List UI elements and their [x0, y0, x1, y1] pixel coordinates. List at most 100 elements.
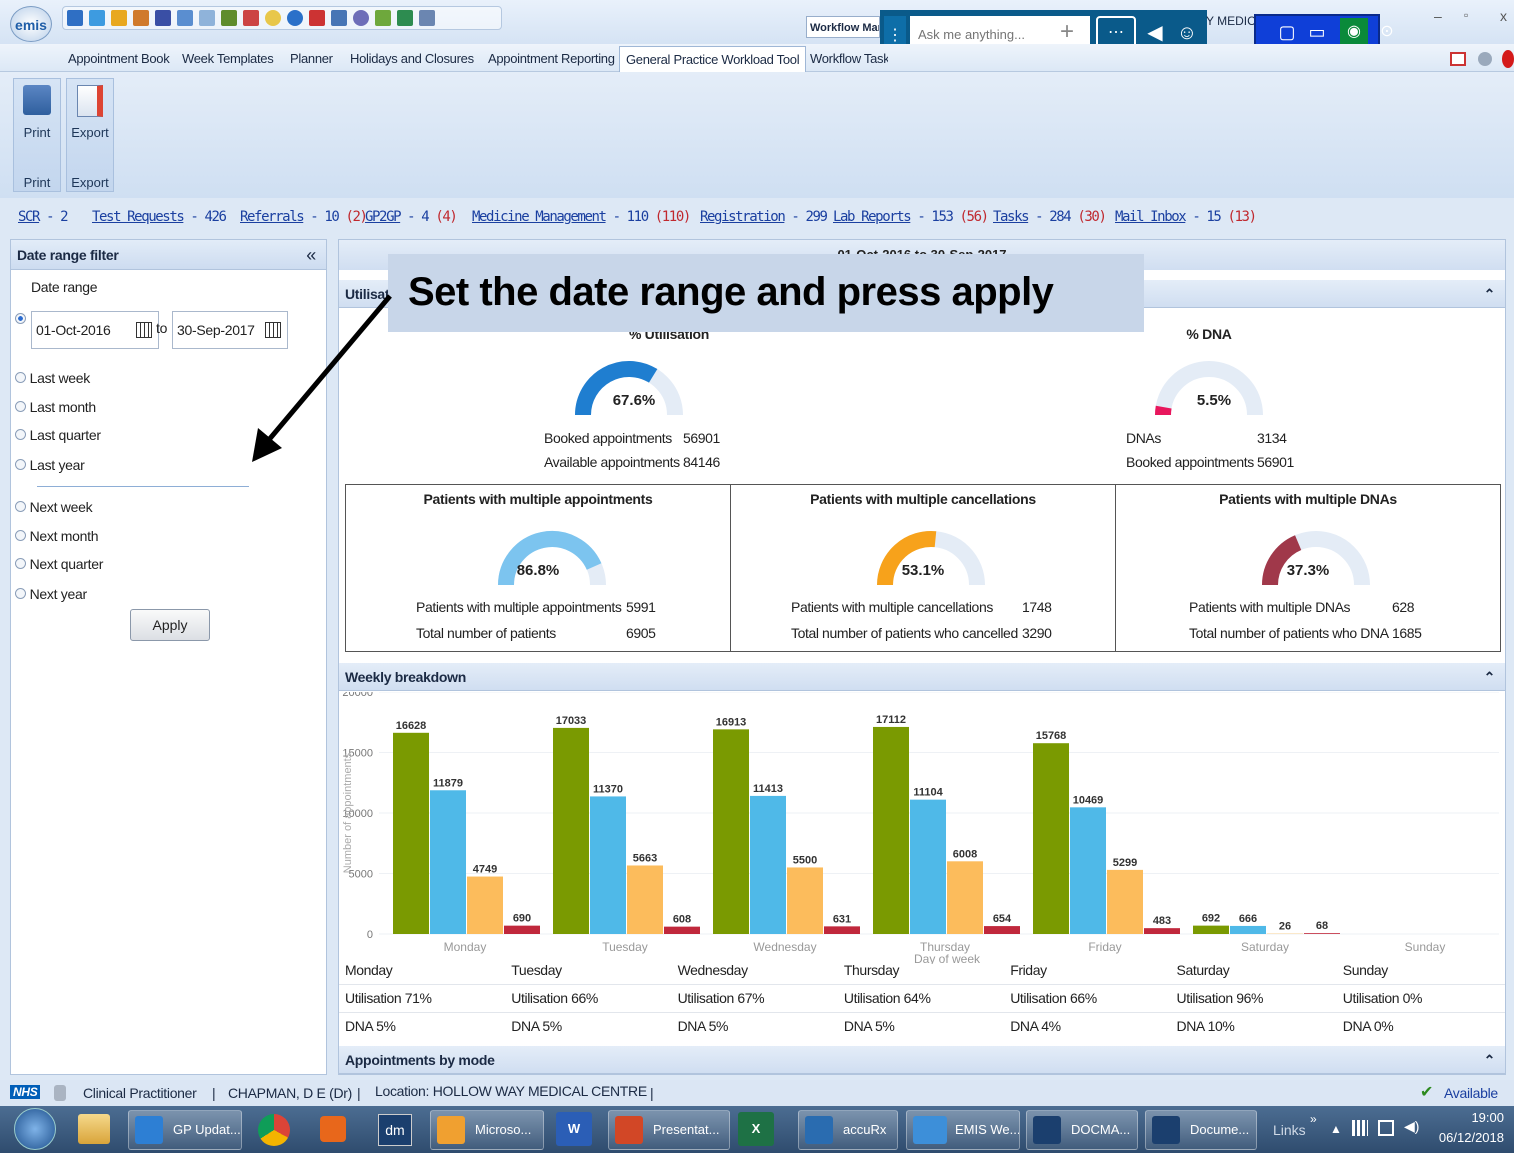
link-gp2gp[interactable]: GP2GP - 4 (4)	[365, 209, 458, 225]
home-icon[interactable]	[89, 10, 105, 26]
app-logo[interactable]: emis	[10, 6, 52, 42]
taskbar-accurx[interactable]: accuRx	[798, 1110, 898, 1150]
bar-booked[interactable]	[750, 795, 786, 934]
tab-week-templates[interactable]: Week Templates	[176, 46, 279, 72]
export-button[interactable]: Export Export	[66, 78, 114, 192]
file-explorer-icon[interactable]	[78, 1114, 110, 1144]
bar-booked[interactable]	[590, 796, 626, 934]
restore-icon[interactable]: ▫	[1464, 8, 1468, 22]
network-icon[interactable]	[1378, 1120, 1394, 1136]
edit-icon[interactable]	[111, 10, 127, 26]
link-test-requests[interactable]: Test Requests - 426	[92, 209, 227, 225]
pen-icon[interactable]	[309, 10, 325, 26]
alert-icon[interactable]	[1502, 50, 1514, 68]
tray-expand-icon[interactable]: ▲	[1330, 1122, 1342, 1136]
bar-booked[interactable]	[1230, 925, 1266, 934]
availability-status[interactable]: Available	[1444, 1085, 1498, 1101]
taskbar-document[interactable]: Docume...	[1145, 1110, 1257, 1150]
book-icon[interactable]	[155, 10, 171, 26]
collapse-chevron-icon[interactable]: ⌃	[1484, 663, 1496, 691]
bar-available[interactable]	[873, 726, 909, 934]
bar-booked[interactable]	[910, 799, 946, 934]
link-tasks[interactable]: Tasks - 284 (30)	[993, 209, 1107, 225]
link-mail-inbox[interactable]: Mail Inbox - 15 (13)	[1115, 209, 1257, 225]
target-icon[interactable]: ◉	[1340, 18, 1368, 46]
word-icon[interactable]: W	[556, 1112, 592, 1146]
tab-workflow-task[interactable]: Workflow Task	[804, 46, 888, 72]
grid-icon[interactable]	[243, 10, 259, 26]
bar-available[interactable]	[553, 727, 589, 934]
tab-appointment-book[interactable]: Appointment Book	[62, 46, 175, 72]
mail-icon[interactable]	[199, 10, 215, 26]
bar-available[interactable]	[1033, 743, 1069, 934]
report-icon[interactable]	[375, 10, 391, 26]
clock-time[interactable]: 19:00	[1434, 1110, 1504, 1125]
bar-available[interactable]	[713, 729, 749, 934]
bar-available[interactable]	[1193, 925, 1229, 934]
folder-icon[interactable]: ▭	[1306, 18, 1328, 46]
table-icon[interactable]	[397, 10, 413, 26]
bar-not-booked[interactable]	[1107, 869, 1143, 934]
link-referrals[interactable]: Referrals - 10 (2)	[240, 209, 368, 225]
window-icon[interactable]	[1450, 52, 1466, 66]
tab-gp-workload-tool[interactable]: General Practice Workload Tool	[619, 46, 807, 72]
volume-icon[interactable]: ◀)	[1404, 1118, 1419, 1135]
link-medicine-management[interactable]: Medicine Management - 110 (110)	[472, 209, 691, 225]
from-date-field[interactable]: 01-Oct-2016	[31, 311, 159, 349]
start-button[interactable]	[14, 1108, 56, 1150]
taskbar-powerpoint[interactable]: Presentat...	[608, 1110, 730, 1150]
radio-next-week[interactable]: Next week	[15, 499, 93, 515]
bar-booked[interactable]	[430, 790, 466, 934]
close-icon[interactable]: x	[1500, 8, 1507, 24]
weekly-breakdown-header[interactable]: Weekly breakdown ⌃	[339, 663, 1505, 691]
radio-next-month[interactable]: Next month	[15, 528, 99, 544]
clock-icon[interactable]	[265, 10, 281, 26]
radio-next-year[interactable]: Next year	[15, 586, 87, 602]
chrome-icon[interactable]	[258, 1114, 290, 1146]
apply-button[interactable]: Apply	[130, 609, 210, 641]
bar-dna[interactable]	[984, 926, 1020, 934]
collapse-icon[interactable]: «	[306, 240, 316, 270]
calendar-icon[interactable]	[177, 10, 193, 26]
link-lab-reports[interactable]: Lab Reports - 153 (56)	[833, 209, 989, 225]
radio-date-range[interactable]	[15, 313, 26, 324]
taskbar-ie-gp-update[interactable]: GP Updat...	[128, 1110, 242, 1150]
radio-last-week[interactable]: Last week	[15, 370, 90, 386]
bar-booked[interactable]	[1070, 807, 1106, 934]
help-icon[interactable]	[1478, 52, 1492, 66]
outlook-app-icon[interactable]	[320, 1116, 346, 1142]
bar-available[interactable]	[393, 732, 429, 934]
info-icon[interactable]	[287, 10, 303, 26]
bar-not-booked[interactable]	[627, 865, 663, 934]
people-icon[interactable]	[221, 10, 237, 26]
dropdown-circle-icon[interactable]: ⊙	[1376, 18, 1398, 46]
chevron-right-icon[interactable]: »	[1310, 1112, 1317, 1126]
radio-last-quarter[interactable]: Last quarter	[15, 427, 101, 443]
new-document-icon[interactable]: ▢	[1276, 18, 1298, 46]
tab-holidays-closures[interactable]: Holidays and Closures	[344, 46, 480, 72]
excel-icon[interactable]: X	[738, 1112, 774, 1146]
back-icon[interactable]	[67, 10, 83, 26]
links-toolbar[interactable]: Links	[1273, 1122, 1306, 1138]
tab-appointment-reporting[interactable]: Appointment Reporting	[482, 46, 621, 72]
document-icon[interactable]	[419, 10, 435, 26]
bar-not-booked[interactable]	[947, 861, 983, 934]
collapse-chevron-icon[interactable]: ⌃	[1484, 280, 1496, 308]
taskbar-outlook[interactable]: Microso...	[430, 1110, 544, 1150]
radio-last-year[interactable]: Last year	[15, 457, 85, 473]
tab-planner[interactable]: Planner	[284, 46, 339, 72]
link-registration[interactable]: Registration - 299	[700, 209, 828, 225]
bar-not-booked[interactable]	[787, 867, 823, 934]
link-scr[interactable]: SCR - 2	[18, 209, 69, 225]
taskbar-docman[interactable]: DOCMA...	[1026, 1110, 1138, 1150]
bar-dna[interactable]	[504, 925, 540, 934]
collapse-chevron-icon[interactable]: ⌃	[1484, 1046, 1496, 1074]
radio-next-quarter[interactable]: Next quarter	[15, 556, 103, 572]
workflow-manager-button[interactable]: Workflow Mana	[806, 16, 880, 38]
appointments-by-mode-header[interactable]: Appointments by mode ⌃	[339, 1046, 1505, 1074]
clock-date[interactable]: 06/12/2018	[1430, 1130, 1504, 1145]
docman-app-icon[interactable]: dm	[378, 1114, 412, 1146]
bar-dna[interactable]	[1144, 928, 1180, 934]
taskbar-emis-web[interactable]: EMIS We...	[906, 1110, 1020, 1150]
settings-icon[interactable]	[353, 10, 369, 26]
